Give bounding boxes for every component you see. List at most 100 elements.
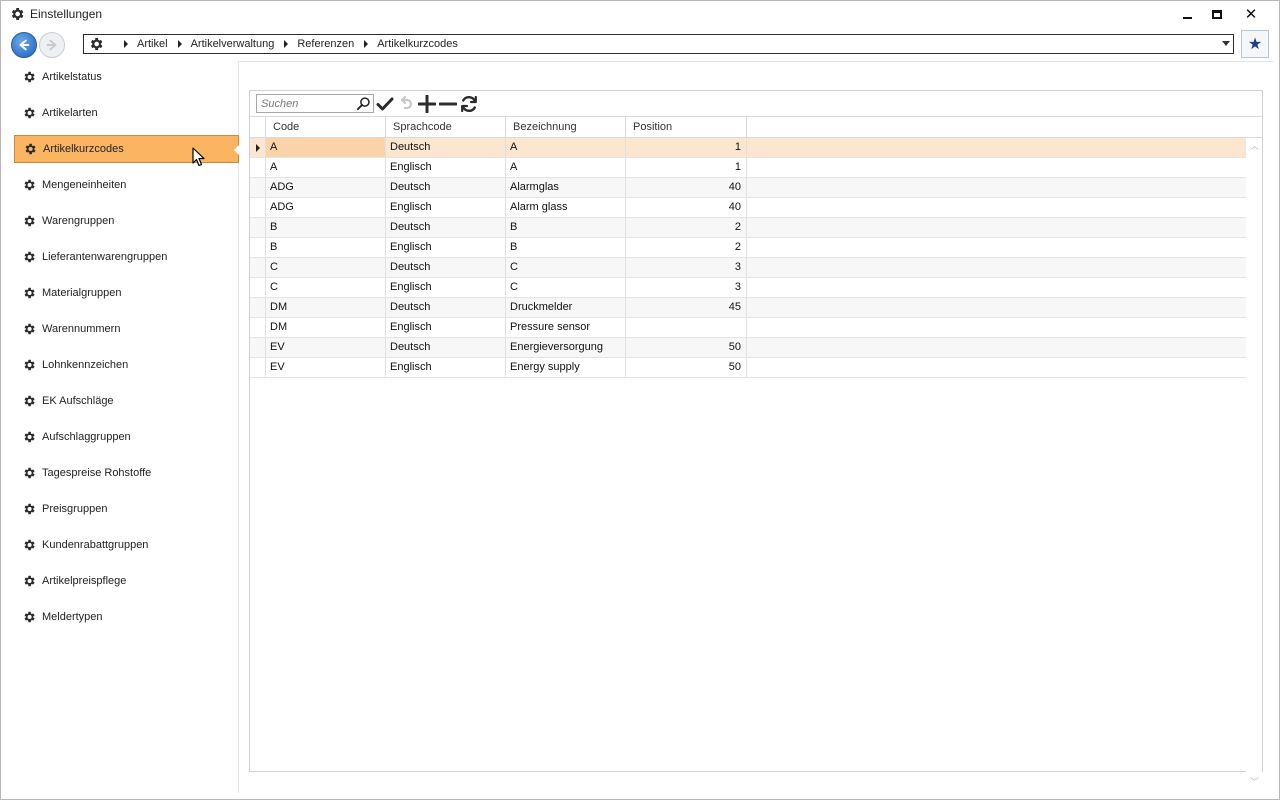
table-row[interactable]: DM Deutsch Druckmelder 45 (250, 298, 1262, 318)
cell-bezeichnung[interactable]: Energieversorgung (506, 338, 626, 357)
table-row[interactable]: B Deutsch B 2 (250, 218, 1262, 238)
forward-button[interactable] (39, 32, 65, 58)
cell-position[interactable] (626, 318, 747, 337)
cell-sprachcode[interactable]: Deutsch (386, 138, 506, 157)
breadcrumb-separator-icon[interactable] (177, 40, 182, 48)
close-button[interactable]: ✕ (1235, 3, 1267, 25)
cell-sprachcode[interactable]: Deutsch (386, 298, 506, 317)
breadcrumb-item-artikel[interactable]: Artikel (137, 38, 168, 50)
cell-sprachcode[interactable]: Englisch (386, 278, 506, 297)
sidebar-item-ek-aufschläge[interactable]: EK Aufschläge (14, 387, 239, 415)
favorite-button[interactable]: ★ (1241, 30, 1269, 58)
cell-sprachcode[interactable]: Englisch (386, 158, 506, 177)
cell-sprachcode[interactable]: Deutsch (386, 178, 506, 197)
breadcrumb-separator-icon[interactable] (124, 40, 128, 48)
breadcrumb[interactable]: Artikel Artikelverwaltung Referenzen Art… (83, 34, 1234, 54)
cell-code[interactable]: B (266, 218, 386, 237)
table-row[interactable]: C Deutsch C 3 (250, 258, 1262, 278)
row-indicator[interactable] (250, 158, 266, 177)
refresh-button[interactable] (458, 93, 480, 115)
cell-code[interactable]: EV (266, 358, 386, 377)
row-indicator[interactable] (250, 298, 266, 317)
row-indicator[interactable] (250, 138, 266, 157)
cell-bezeichnung[interactable]: Alarmglas (506, 178, 626, 197)
remove-button[interactable] (437, 93, 459, 115)
cell-bezeichnung[interactable]: A (506, 158, 626, 177)
gear-icon[interactable] (88, 36, 104, 52)
cell-bezeichnung[interactable]: Energy supply (506, 358, 626, 377)
cell-code[interactable]: A (266, 158, 386, 177)
cell-position[interactable]: 50 (626, 338, 747, 357)
table-row[interactable]: DM Englisch Pressure sensor (250, 318, 1262, 338)
vertical-scrollbar[interactable]: ︿ ﹀ (1246, 138, 1262, 787)
cell-code[interactable]: DM (266, 298, 386, 317)
chevron-up-icon[interactable]: ︿ (1250, 142, 1259, 151)
cell-sprachcode[interactable]: Deutsch (386, 338, 506, 357)
add-button[interactable] (416, 93, 438, 115)
back-button[interactable] (11, 32, 37, 58)
sidebar-item-warennummern[interactable]: Warennummern (14, 315, 239, 343)
minimize-button[interactable] (1171, 3, 1203, 25)
cell-position[interactable]: 2 (626, 218, 747, 237)
cell-position[interactable]: 2 (626, 238, 747, 257)
cell-code[interactable]: ADG (266, 198, 386, 217)
cell-bezeichnung[interactable]: B (506, 238, 626, 257)
cell-bezeichnung[interactable]: A (506, 138, 626, 157)
table-row[interactable]: B Englisch B 2 (250, 238, 1262, 258)
cell-code[interactable]: A (266, 138, 386, 157)
cell-bezeichnung[interactable]: Druckmelder (506, 298, 626, 317)
sidebar-item-tagespreise-rohstoffe[interactable]: Tagespreise Rohstoffe (14, 459, 239, 487)
chevron-down-icon[interactable]: ﹀ (1250, 778, 1259, 787)
cell-code[interactable]: ADG (266, 178, 386, 197)
column-header-sprachcode[interactable]: Sprachcode (386, 117, 506, 138)
cell-position[interactable]: 40 (626, 178, 747, 197)
cell-code[interactable]: DM (266, 318, 386, 337)
cell-position[interactable]: 45 (626, 298, 747, 317)
sidebar-item-preisgruppen[interactable]: Preisgruppen (14, 495, 239, 523)
column-header-position[interactable]: Position (626, 117, 747, 138)
table-row[interactable]: A Deutsch A 1 (250, 138, 1262, 158)
cell-bezeichnung[interactable]: B (506, 218, 626, 237)
cell-position[interactable]: 1 (626, 138, 747, 157)
maximize-button[interactable] (1201, 3, 1233, 25)
cell-code[interactable]: C (266, 258, 386, 277)
sidebar-item-warengruppen[interactable]: Warengruppen (14, 207, 239, 235)
cell-code[interactable]: C (266, 278, 386, 297)
row-indicator[interactable] (250, 258, 266, 277)
row-indicator[interactable] (250, 338, 266, 357)
cell-position[interactable]: 3 (626, 258, 747, 277)
table-row[interactable]: ADG Deutsch Alarmglas 40 (250, 178, 1262, 198)
breadcrumb-separator-icon[interactable] (364, 40, 369, 48)
table-row[interactable]: C Englisch C 3 (250, 278, 1262, 298)
cell-code[interactable]: B (266, 238, 386, 257)
chevron-down-icon[interactable] (1222, 41, 1230, 46)
cell-position[interactable]: 40 (626, 198, 747, 217)
cell-sprachcode[interactable]: Englisch (386, 358, 506, 377)
undo-button[interactable] (395, 93, 417, 115)
cell-sprachcode[interactable]: Englisch (386, 318, 506, 337)
cell-position[interactable]: 3 (626, 278, 747, 297)
sidebar-item-artikelarten[interactable]: Artikelarten (14, 99, 239, 127)
search-icon[interactable] (356, 96, 371, 111)
cell-position[interactable]: 50 (626, 358, 747, 377)
sidebar-item-mengeneinheiten[interactable]: Mengeneinheiten (14, 171, 239, 199)
breadcrumb-item-artikelkurzcodes[interactable]: Artikelkurzcodes (377, 38, 458, 50)
breadcrumb-item-referenzen[interactable]: Referenzen (297, 38, 354, 50)
cell-position[interactable]: 1 (626, 158, 747, 177)
table-row[interactable]: A Englisch A 1 (250, 158, 1262, 178)
sidebar-item-artikelpreispflege[interactable]: Artikelpreispflege (14, 567, 239, 595)
cell-bezeichnung[interactable]: Pressure sensor (506, 318, 626, 337)
sidebar-item-aufschlaggruppen[interactable]: Aufschlaggruppen (14, 423, 239, 451)
cell-code[interactable]: EV (266, 338, 386, 357)
cell-sprachcode[interactable]: Deutsch (386, 218, 506, 237)
sidebar-item-kundenrabattgruppen[interactable]: Kundenrabattgruppen (14, 531, 239, 559)
row-indicator[interactable] (250, 318, 266, 337)
save-button[interactable] (374, 93, 396, 115)
row-indicator[interactable] (250, 178, 266, 197)
cell-sprachcode[interactable]: Englisch (386, 198, 506, 217)
row-indicator[interactable] (250, 198, 266, 217)
row-indicator[interactable] (250, 218, 266, 237)
sidebar-item-meldertypen[interactable]: Meldertypen (14, 603, 239, 631)
row-indicator[interactable] (250, 238, 266, 257)
cell-sprachcode[interactable]: Englisch (386, 238, 506, 257)
